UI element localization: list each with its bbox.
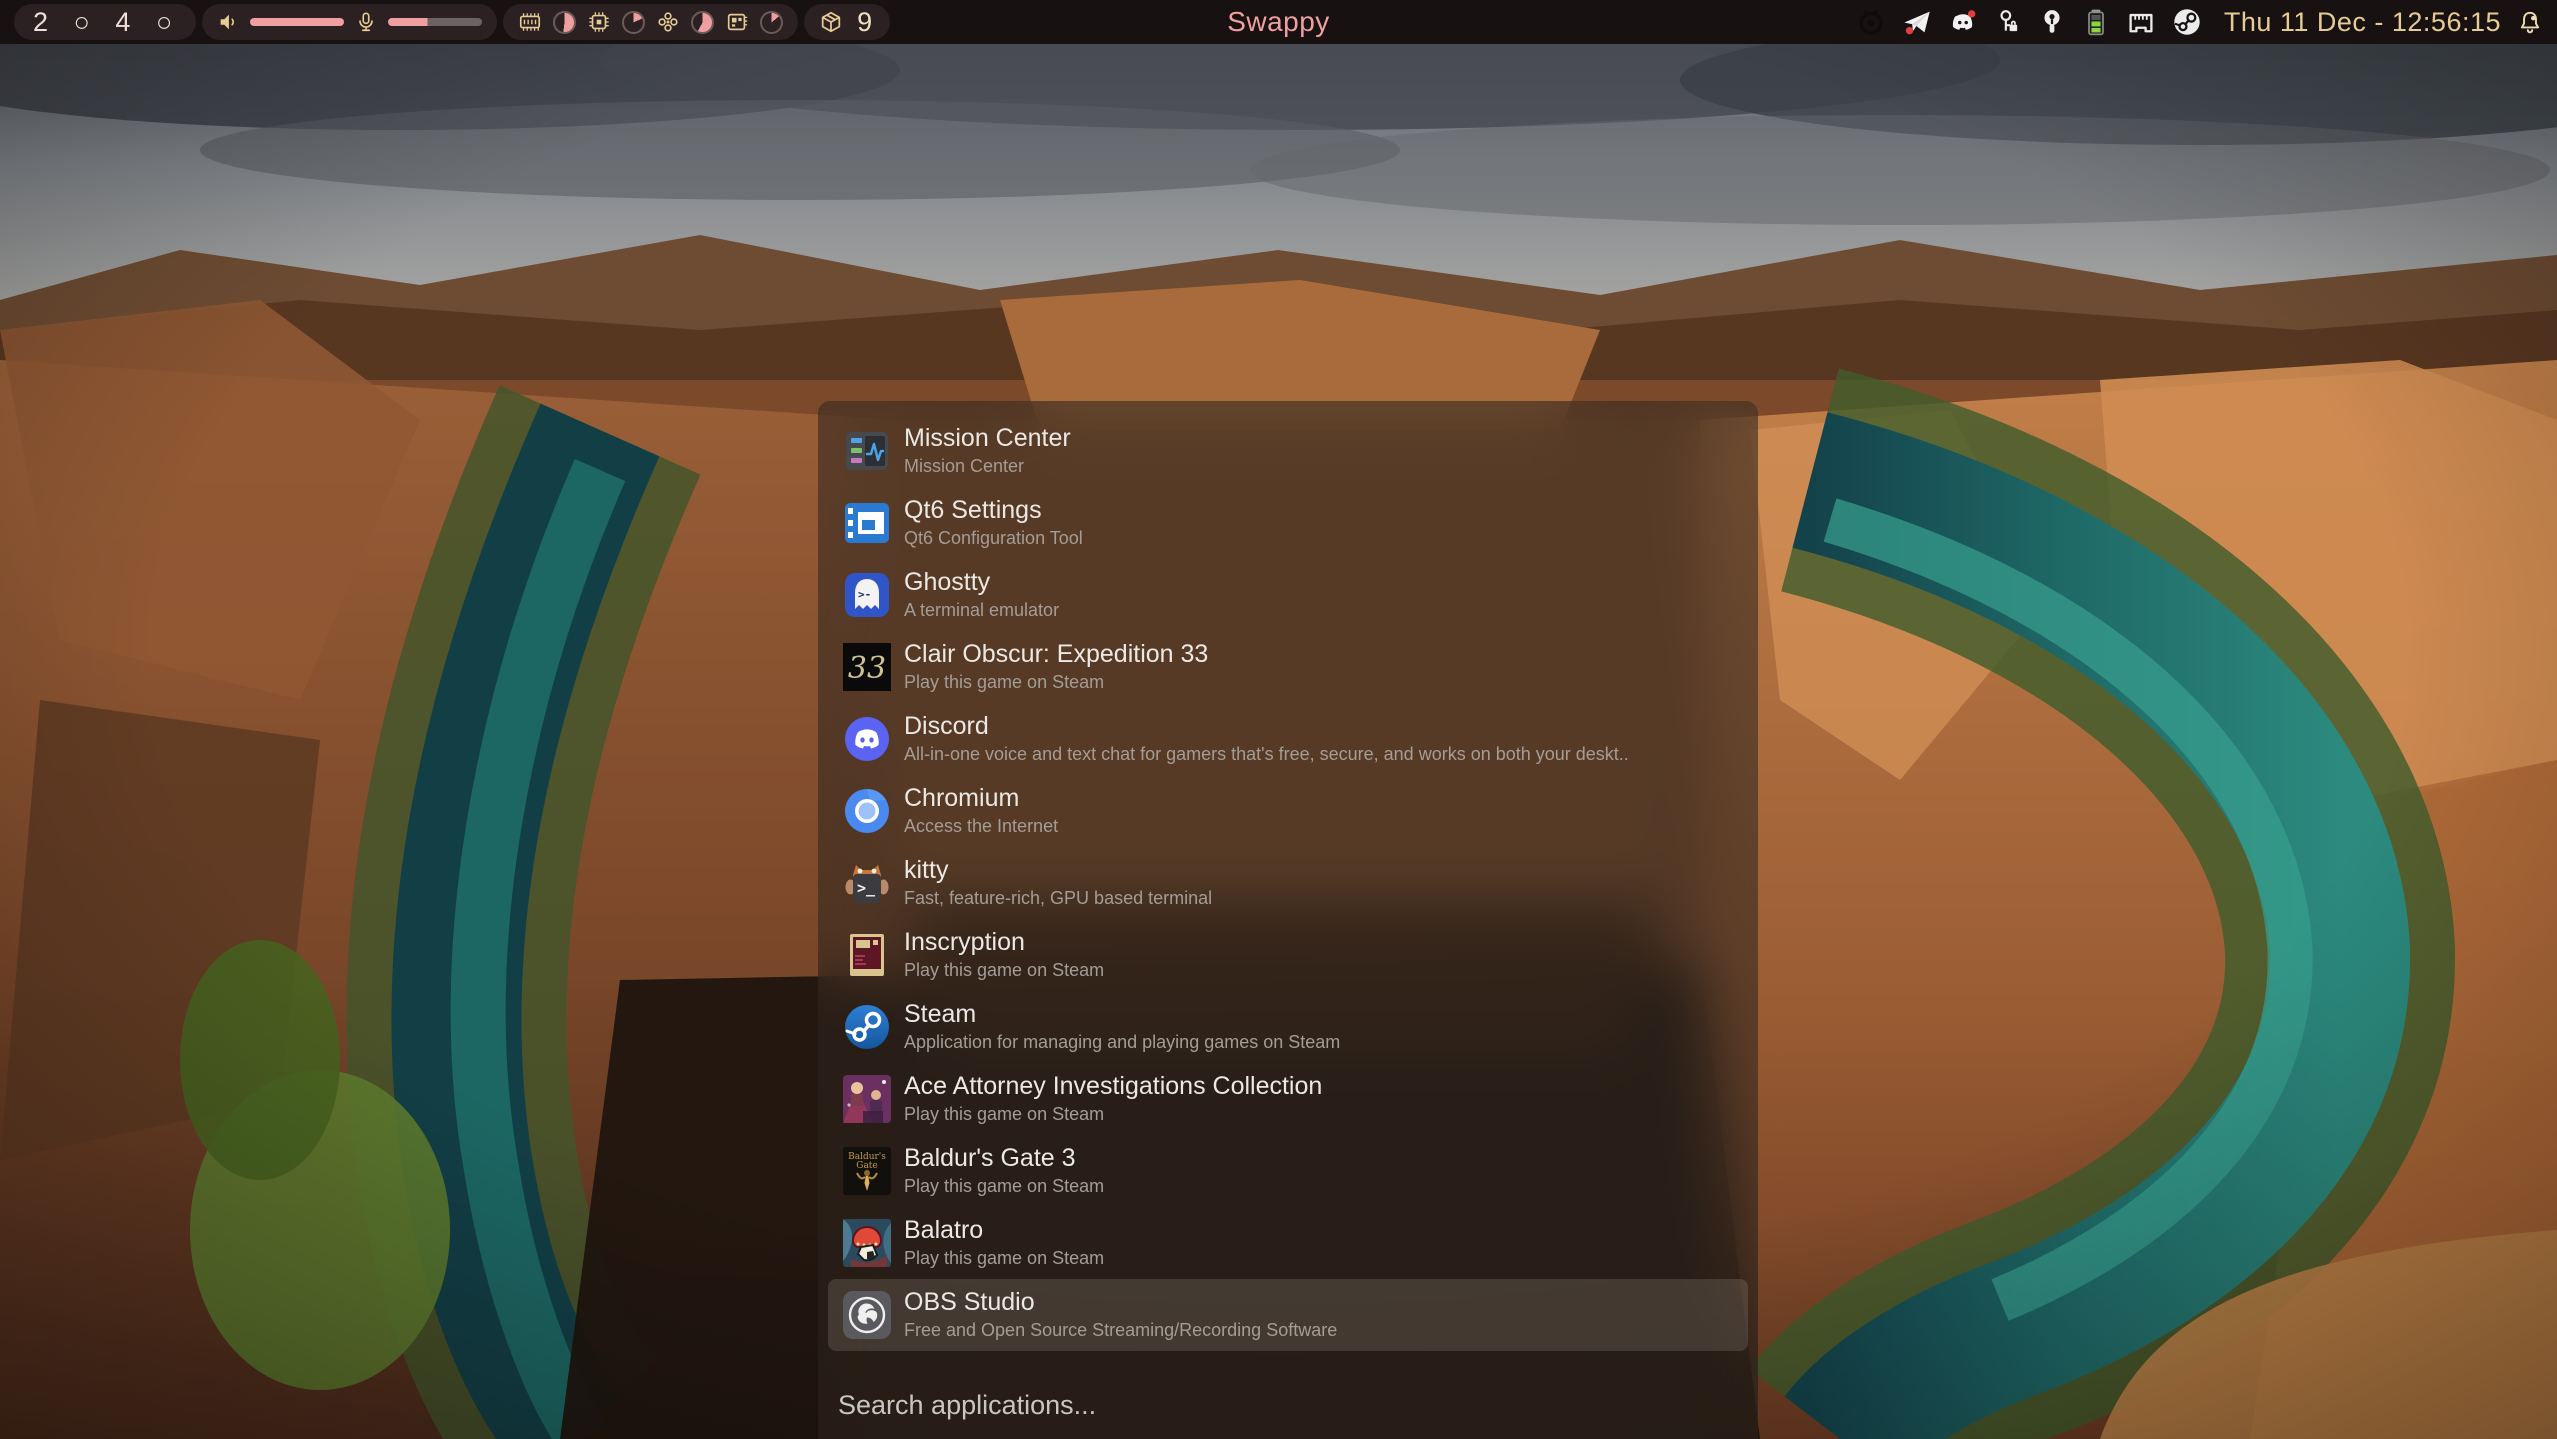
app-name: Baldur's Gate 3 — [904, 1144, 1104, 1173]
audio-module — [202, 4, 497, 40]
system-monitor-module — [503, 4, 798, 40]
app-name: Clair Obscur: Expedition 33 — [904, 640, 1208, 669]
app-name: Discord — [904, 712, 1629, 741]
volume-slider[interactable] — [250, 18, 344, 26]
keepassxc-icon[interactable] — [2038, 8, 2066, 36]
discord-tray-icon[interactable] — [1948, 7, 1978, 37]
window-title: Swappy — [1227, 6, 1330, 38]
ram-icon — [518, 10, 542, 34]
keyring-icon[interactable] — [1994, 8, 2022, 36]
ram-usage-pie — [553, 11, 576, 34]
inscryption-icon — [843, 931, 891, 979]
app-desc: A terminal emulator — [904, 599, 1059, 622]
cpu-icon — [587, 10, 611, 34]
app-name: Ace Attorney Investigations Collection — [904, 1072, 1322, 1101]
app-row-discord[interactable]: DiscordAll-in-one voice and text chat fo… — [818, 703, 1758, 775]
app-row-ace-attorney[interactable]: Ace Attorney Investigations CollectionPl… — [818, 1063, 1758, 1135]
package-icon — [819, 10, 843, 34]
obs-studio-icon — [843, 1291, 891, 1339]
telegram-icon[interactable] — [1902, 7, 1932, 37]
app-row-mission-center[interactable]: Mission CenterMission Center — [818, 415, 1758, 487]
discord-icon — [843, 715, 891, 763]
app-row-inscryption[interactable]: InscryptionPlay this game on Steam — [818, 919, 1758, 991]
mic-slider[interactable] — [388, 18, 482, 26]
steam-tray-icon[interactable] — [2172, 7, 2202, 37]
gpu-usage-pie — [691, 11, 714, 34]
clair-obscur-icon: 33 — [843, 643, 891, 691]
vram-icon — [725, 10, 749, 34]
gpu-icon — [656, 10, 680, 34]
app-name: Inscryption — [904, 928, 1104, 957]
app-row-chromium[interactable]: ChromiumAccess the Internet — [818, 775, 1758, 847]
app-desc: Free and Open Source Streaming/Recording… — [904, 1319, 1337, 1342]
app-desc: Play this game on Steam — [904, 1103, 1322, 1126]
cpu-usage-pie — [622, 11, 645, 34]
ethernet-icon[interactable] — [2126, 7, 2156, 37]
svg-text:>-: >- — [858, 588, 871, 601]
clock[interactable]: Thu 11 Dec - 12:56:15 — [2224, 7, 2501, 38]
app-name: Balatro — [904, 1216, 1104, 1245]
top-bar: 2 ○ 4 ○ 9 — [0, 0, 2557, 44]
app-desc: Play this game on Steam — [904, 671, 1208, 694]
speaker-icon[interactable] — [217, 11, 239, 33]
mission-center-icon — [843, 427, 891, 475]
app-name: kitty — [904, 856, 1212, 885]
app-name: Mission Center — [904, 424, 1071, 453]
app-desc: Play this game on Steam — [904, 1175, 1104, 1198]
updates-count: 9 — [854, 9, 875, 36]
app-name: Ghostty — [904, 568, 1059, 597]
steam-icon — [843, 1003, 891, 1051]
app-desc: All-in-one voice and text chat for gamer… — [904, 743, 1629, 766]
app-row-ghostty[interactable]: >- GhosttyA terminal emulator — [818, 559, 1758, 631]
app-desc: Qt6 Configuration Tool — [904, 527, 1083, 550]
app-desc: Access the Internet — [904, 815, 1058, 838]
app-desc: Play this game on Steam — [904, 1247, 1104, 1270]
workspaces-module[interactable]: 2 ○ 4 ○ — [14, 4, 196, 40]
battery-icon[interactable] — [2082, 8, 2110, 36]
app-launcher: Mission CenterMission Center Qt6 Setting… — [818, 401, 1758, 1439]
app-desc: Application for managing and playing gam… — [904, 1031, 1340, 1054]
vram-usage-pie — [760, 11, 783, 34]
app-row-qt6-settings[interactable]: Qt6 SettingsQt6 Configuration Tool — [818, 487, 1758, 559]
app-row-kitty[interactable]: >_ kittyFast, feature-rich, GPU based te… — [818, 847, 1758, 919]
svg-text:>_: >_ — [857, 879, 876, 897]
app-name: OBS Studio — [904, 1288, 1337, 1317]
ghostty-icon: >- — [843, 571, 891, 619]
app-desc: Fast, feature-rich, GPU based terminal — [904, 887, 1212, 910]
kitty-icon: >_ — [843, 859, 891, 907]
app-row-clair-obscur[interactable]: 33 Clair Obscur: Expedition 33Play this … — [818, 631, 1758, 703]
app-row-obs-studio[interactable]: OBS StudioFree and Open Source Streaming… — [828, 1279, 1748, 1351]
updates-module[interactable]: 9 — [804, 4, 890, 40]
system-tray: Thu 11 Dec - 12:56:15 — [1856, 7, 2543, 38]
app-row-balatro[interactable]: BalatroPlay this game on Steam — [818, 1207, 1758, 1279]
steelseries-icon[interactable] — [1856, 7, 1886, 37]
notification-bell-icon[interactable] — [2517, 9, 2543, 35]
app-desc: Play this game on Steam — [904, 959, 1104, 982]
ace-attorney-icon — [843, 1075, 891, 1123]
qt6-settings-icon — [843, 499, 891, 547]
app-row-baldurs-gate-3[interactable]: Baldur'sGate Baldur's Gate 3Play this ga… — [818, 1135, 1758, 1207]
app-name: Chromium — [904, 784, 1058, 813]
app-name: Qt6 Settings — [904, 496, 1083, 525]
chromium-icon — [843, 787, 891, 835]
search-input[interactable] — [838, 1390, 1738, 1421]
svg-text:33: 33 — [848, 651, 886, 686]
app-list: Mission CenterMission Center Qt6 Setting… — [818, 401, 1758, 1351]
app-desc: Mission Center — [904, 455, 1071, 478]
workspace-indicators[interactable]: 2 ○ 4 ○ — [29, 9, 181, 36]
app-name: Steam — [904, 1000, 1340, 1029]
search-area — [818, 1390, 1758, 1439]
app-row-steam[interactable]: SteamApplication for managing and playin… — [818, 991, 1758, 1063]
microphone-icon[interactable] — [355, 11, 377, 33]
baldurs-gate-3-icon: Baldur'sGate — [843, 1147, 891, 1195]
balatro-icon — [843, 1219, 891, 1267]
